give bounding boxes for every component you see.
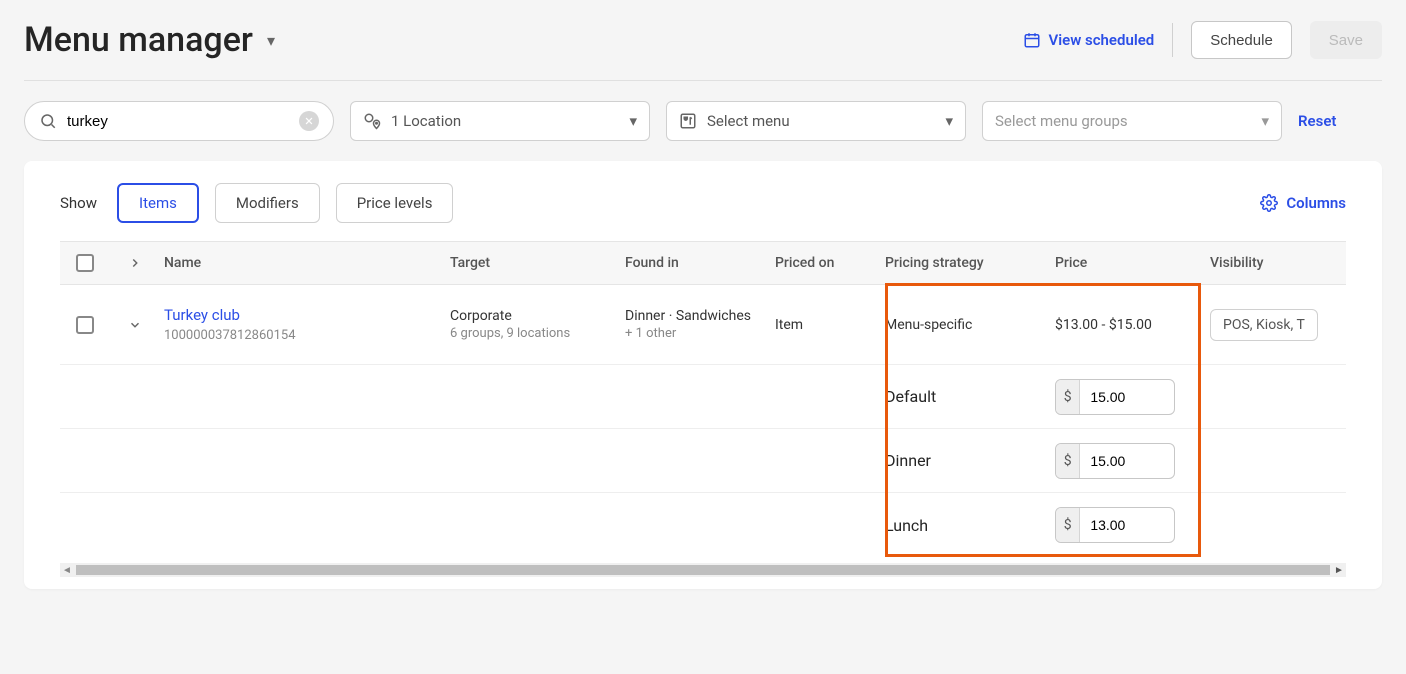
scroll-right-arrow[interactable]: ► bbox=[1332, 565, 1346, 576]
menu-select[interactable]: Select menu ▾ bbox=[666, 101, 966, 141]
save-button: Save bbox=[1310, 21, 1382, 59]
found-in-sub: + 1 other bbox=[625, 326, 775, 341]
search-icon bbox=[39, 112, 57, 130]
menu-groups-label: Select menu groups bbox=[995, 112, 1128, 130]
location-label: 1 Location bbox=[391, 112, 461, 130]
search-input[interactable] bbox=[67, 113, 289, 130]
price-level-label: Default bbox=[885, 387, 1055, 406]
price-level-row: Dinner $ bbox=[60, 429, 1346, 493]
chevron-down-icon: ▾ bbox=[1261, 112, 1269, 130]
chevron-down-icon bbox=[128, 318, 142, 332]
close-icon bbox=[304, 116, 314, 126]
page-title: Menu manager bbox=[24, 20, 253, 60]
col-visibility[interactable]: Visibility bbox=[1210, 255, 1346, 271]
item-name-link[interactable]: Turkey club bbox=[164, 306, 240, 324]
price-input[interactable] bbox=[1080, 517, 1174, 533]
menu-label: Select menu bbox=[707, 112, 790, 130]
priced-on-value: Item bbox=[775, 317, 885, 333]
show-label: Show bbox=[60, 194, 97, 212]
col-priced-on[interactable]: Priced on bbox=[775, 255, 885, 271]
table-row: Turkey club 100000037812860154 Corporate… bbox=[60, 285, 1346, 365]
reset-link[interactable]: Reset bbox=[1298, 112, 1336, 130]
tab-items[interactable]: Items bbox=[117, 183, 199, 223]
col-name[interactable]: Name bbox=[160, 255, 450, 271]
price-range-value: $13.00 - $15.00 bbox=[1055, 317, 1210, 333]
target-sub: 6 groups, 9 locations bbox=[450, 326, 625, 341]
price-level-rows: Default $ Dinner bbox=[60, 365, 1346, 557]
price-level-row: Default $ bbox=[60, 365, 1346, 429]
table-header: Name Target Found in Priced on Pricing s… bbox=[60, 241, 1346, 285]
expand-all-toggle[interactable] bbox=[110, 256, 160, 270]
price-input[interactable] bbox=[1080, 389, 1174, 405]
gear-icon bbox=[1260, 194, 1278, 212]
currency-prefix: $ bbox=[1056, 444, 1080, 478]
price-level-label: Dinner bbox=[885, 451, 1055, 470]
price-level-label: Lunch bbox=[885, 516, 1055, 535]
clear-search-button[interactable] bbox=[299, 111, 319, 131]
col-target[interactable]: Target bbox=[450, 255, 625, 271]
tab-price-levels[interactable]: Price levels bbox=[336, 183, 454, 223]
chevron-down-icon: ▾ bbox=[945, 112, 953, 130]
chevron-right-icon bbox=[128, 256, 142, 270]
row-checkbox[interactable] bbox=[76, 316, 94, 334]
tab-modifiers[interactable]: Modifiers bbox=[215, 183, 320, 223]
row-expand-toggle[interactable] bbox=[110, 318, 160, 332]
menu-icon bbox=[679, 112, 697, 130]
col-pricing-strategy[interactable]: Pricing strategy bbox=[885, 255, 1055, 271]
chevron-down-icon: ▾ bbox=[629, 112, 637, 130]
price-level-row: Lunch $ bbox=[60, 493, 1346, 557]
view-scheduled-link[interactable]: View scheduled bbox=[1023, 31, 1155, 49]
scroll-left-arrow[interactable]: ◄ bbox=[60, 565, 74, 576]
filter-bar: 1 Location ▾ Select menu ▾ Select menu g… bbox=[24, 101, 1382, 141]
search-box[interactable] bbox=[24, 101, 334, 141]
columns-label: Columns bbox=[1286, 194, 1346, 212]
price-field[interactable]: $ bbox=[1055, 443, 1175, 479]
item-id: 100000037812860154 bbox=[164, 328, 450, 343]
menu-groups-select[interactable]: Select menu groups ▾ bbox=[982, 101, 1282, 141]
price-input[interactable] bbox=[1080, 453, 1174, 469]
results-card: Show Items Modifiers Price levels Column… bbox=[24, 161, 1382, 589]
currency-prefix: $ bbox=[1056, 380, 1080, 414]
col-found-in[interactable]: Found in bbox=[625, 255, 775, 271]
results-table: Name Target Found in Priced on Pricing s… bbox=[24, 241, 1382, 557]
location-select[interactable]: 1 Location ▾ bbox=[350, 101, 650, 141]
horizontal-scrollbar[interactable]: ◄ ► bbox=[60, 563, 1346, 577]
found-in-value: Dinner · Sandwiches bbox=[625, 308, 775, 324]
scroll-thumb[interactable] bbox=[76, 565, 1330, 575]
location-icon bbox=[363, 112, 381, 130]
header-divider bbox=[1172, 23, 1173, 57]
pricing-strategy-value: Menu-specific bbox=[885, 317, 1055, 333]
calendar-icon bbox=[1023, 31, 1041, 49]
select-all-checkbox[interactable] bbox=[76, 254, 94, 272]
currency-prefix: $ bbox=[1056, 508, 1080, 542]
target-value: Corporate bbox=[450, 308, 625, 324]
columns-button[interactable]: Columns bbox=[1260, 194, 1346, 212]
visibility-chip[interactable]: POS, Kiosk, T bbox=[1210, 309, 1318, 341]
price-field[interactable]: $ bbox=[1055, 379, 1175, 415]
page-header: Menu manager ▾ View scheduled Schedule S… bbox=[24, 20, 1382, 81]
view-scheduled-label: View scheduled bbox=[1049, 31, 1155, 49]
price-field[interactable]: $ bbox=[1055, 507, 1175, 543]
schedule-button[interactable]: Schedule bbox=[1191, 21, 1292, 59]
col-price[interactable]: Price bbox=[1055, 255, 1210, 271]
title-dropdown[interactable]: ▾ bbox=[267, 31, 275, 50]
